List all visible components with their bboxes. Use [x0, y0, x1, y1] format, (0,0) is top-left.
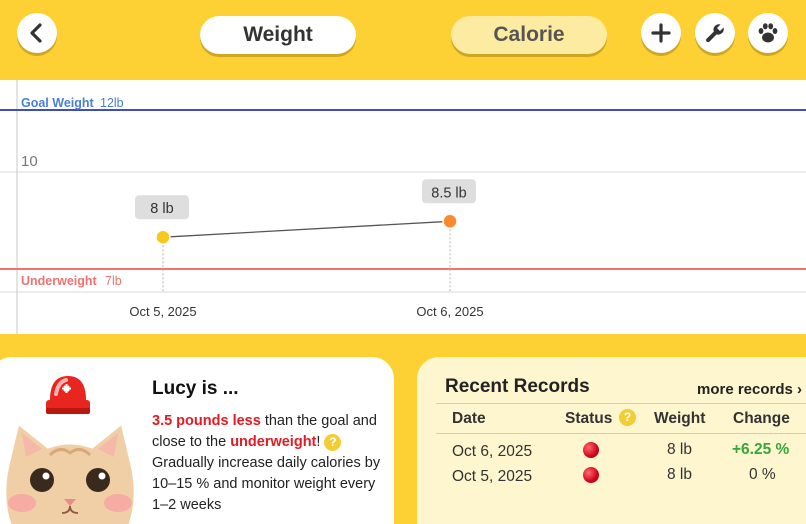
record-date: Oct 6, 2025 [452, 443, 533, 460]
x-tick-label: Oct 6, 2025 [416, 304, 483, 319]
add-record-button[interactable] [641, 13, 681, 53]
data-point [442, 213, 458, 230]
status-highlight-underweight: underweight [230, 434, 317, 450]
x-tick-label: Oct 5, 2025 [129, 304, 196, 319]
record-change: 0 % [749, 466, 776, 483]
more-records-link[interactable]: more records › [697, 381, 802, 398]
column-header-date: Date [452, 410, 486, 427]
divider [436, 433, 806, 434]
status-dot-icon [583, 442, 599, 458]
column-header-change: Change [733, 410, 790, 427]
record-change: +6.25 % [732, 441, 790, 458]
more-records-label: more records [697, 381, 793, 398]
chevron-left-icon [30, 23, 42, 43]
data-label: 8.5 lb [431, 185, 466, 201]
wrench-icon [706, 24, 724, 43]
record-weight: 8 lb [667, 441, 692, 458]
chevron-right-icon: › [797, 381, 803, 398]
top-bar: Weight Calorie [0, 0, 806, 80]
column-header-weight: Weight [654, 410, 706, 427]
column-header-status: Status [565, 410, 613, 427]
recent-records-title: Recent Records [445, 376, 590, 397]
data-label: 8 lb [150, 201, 173, 217]
paw-icon [758, 23, 778, 43]
goal-weight-label: Goal Weight [21, 96, 95, 110]
pet-profile-button[interactable] [748, 13, 788, 53]
status-advice: Gradually increase daily calories by 10–… [152, 455, 381, 513]
status-title: Lucy is ... [152, 378, 239, 399]
tab-weight[interactable]: Weight [200, 16, 356, 54]
status-text: ! [316, 434, 321, 450]
divider [436, 403, 806, 404]
y-tick-label: 10 [21, 153, 38, 170]
status-message: 3.5 pounds less than the goal and close … [152, 411, 382, 516]
weight-chart: Goal Weight 12lb 10 Underweight 7lb 8 lb… [0, 80, 806, 334]
status-help-icon[interactable]: ? [324, 433, 342, 451]
goal-weight-value: 12lb [100, 96, 124, 110]
series-line [162, 220, 451, 238]
chart-marks: 8 lb Oct 5, 2025 8.5 lb Oct 6, 2025 [129, 179, 484, 319]
underweight-label: Underweight [21, 274, 98, 288]
status-column-help-icon[interactable]: ? [619, 409, 636, 426]
plus-icon [651, 23, 671, 43]
underweight-value: 7lb [105, 274, 122, 288]
weight-chart-svg: Goal Weight 12lb 10 Underweight 7lb 8 lb… [0, 80, 806, 334]
data-point [155, 229, 171, 245]
status-dot-icon [583, 467, 599, 483]
record-date: Oct 5, 2025 [452, 468, 533, 485]
settings-button[interactable] [695, 13, 735, 53]
tab-calorie[interactable]: Calorie [451, 16, 607, 54]
status-highlight-amount: 3.5 pounds less [152, 413, 261, 429]
back-button[interactable] [17, 13, 57, 53]
record-weight: 8 lb [667, 466, 692, 483]
cat-avatar [3, 420, 137, 524]
